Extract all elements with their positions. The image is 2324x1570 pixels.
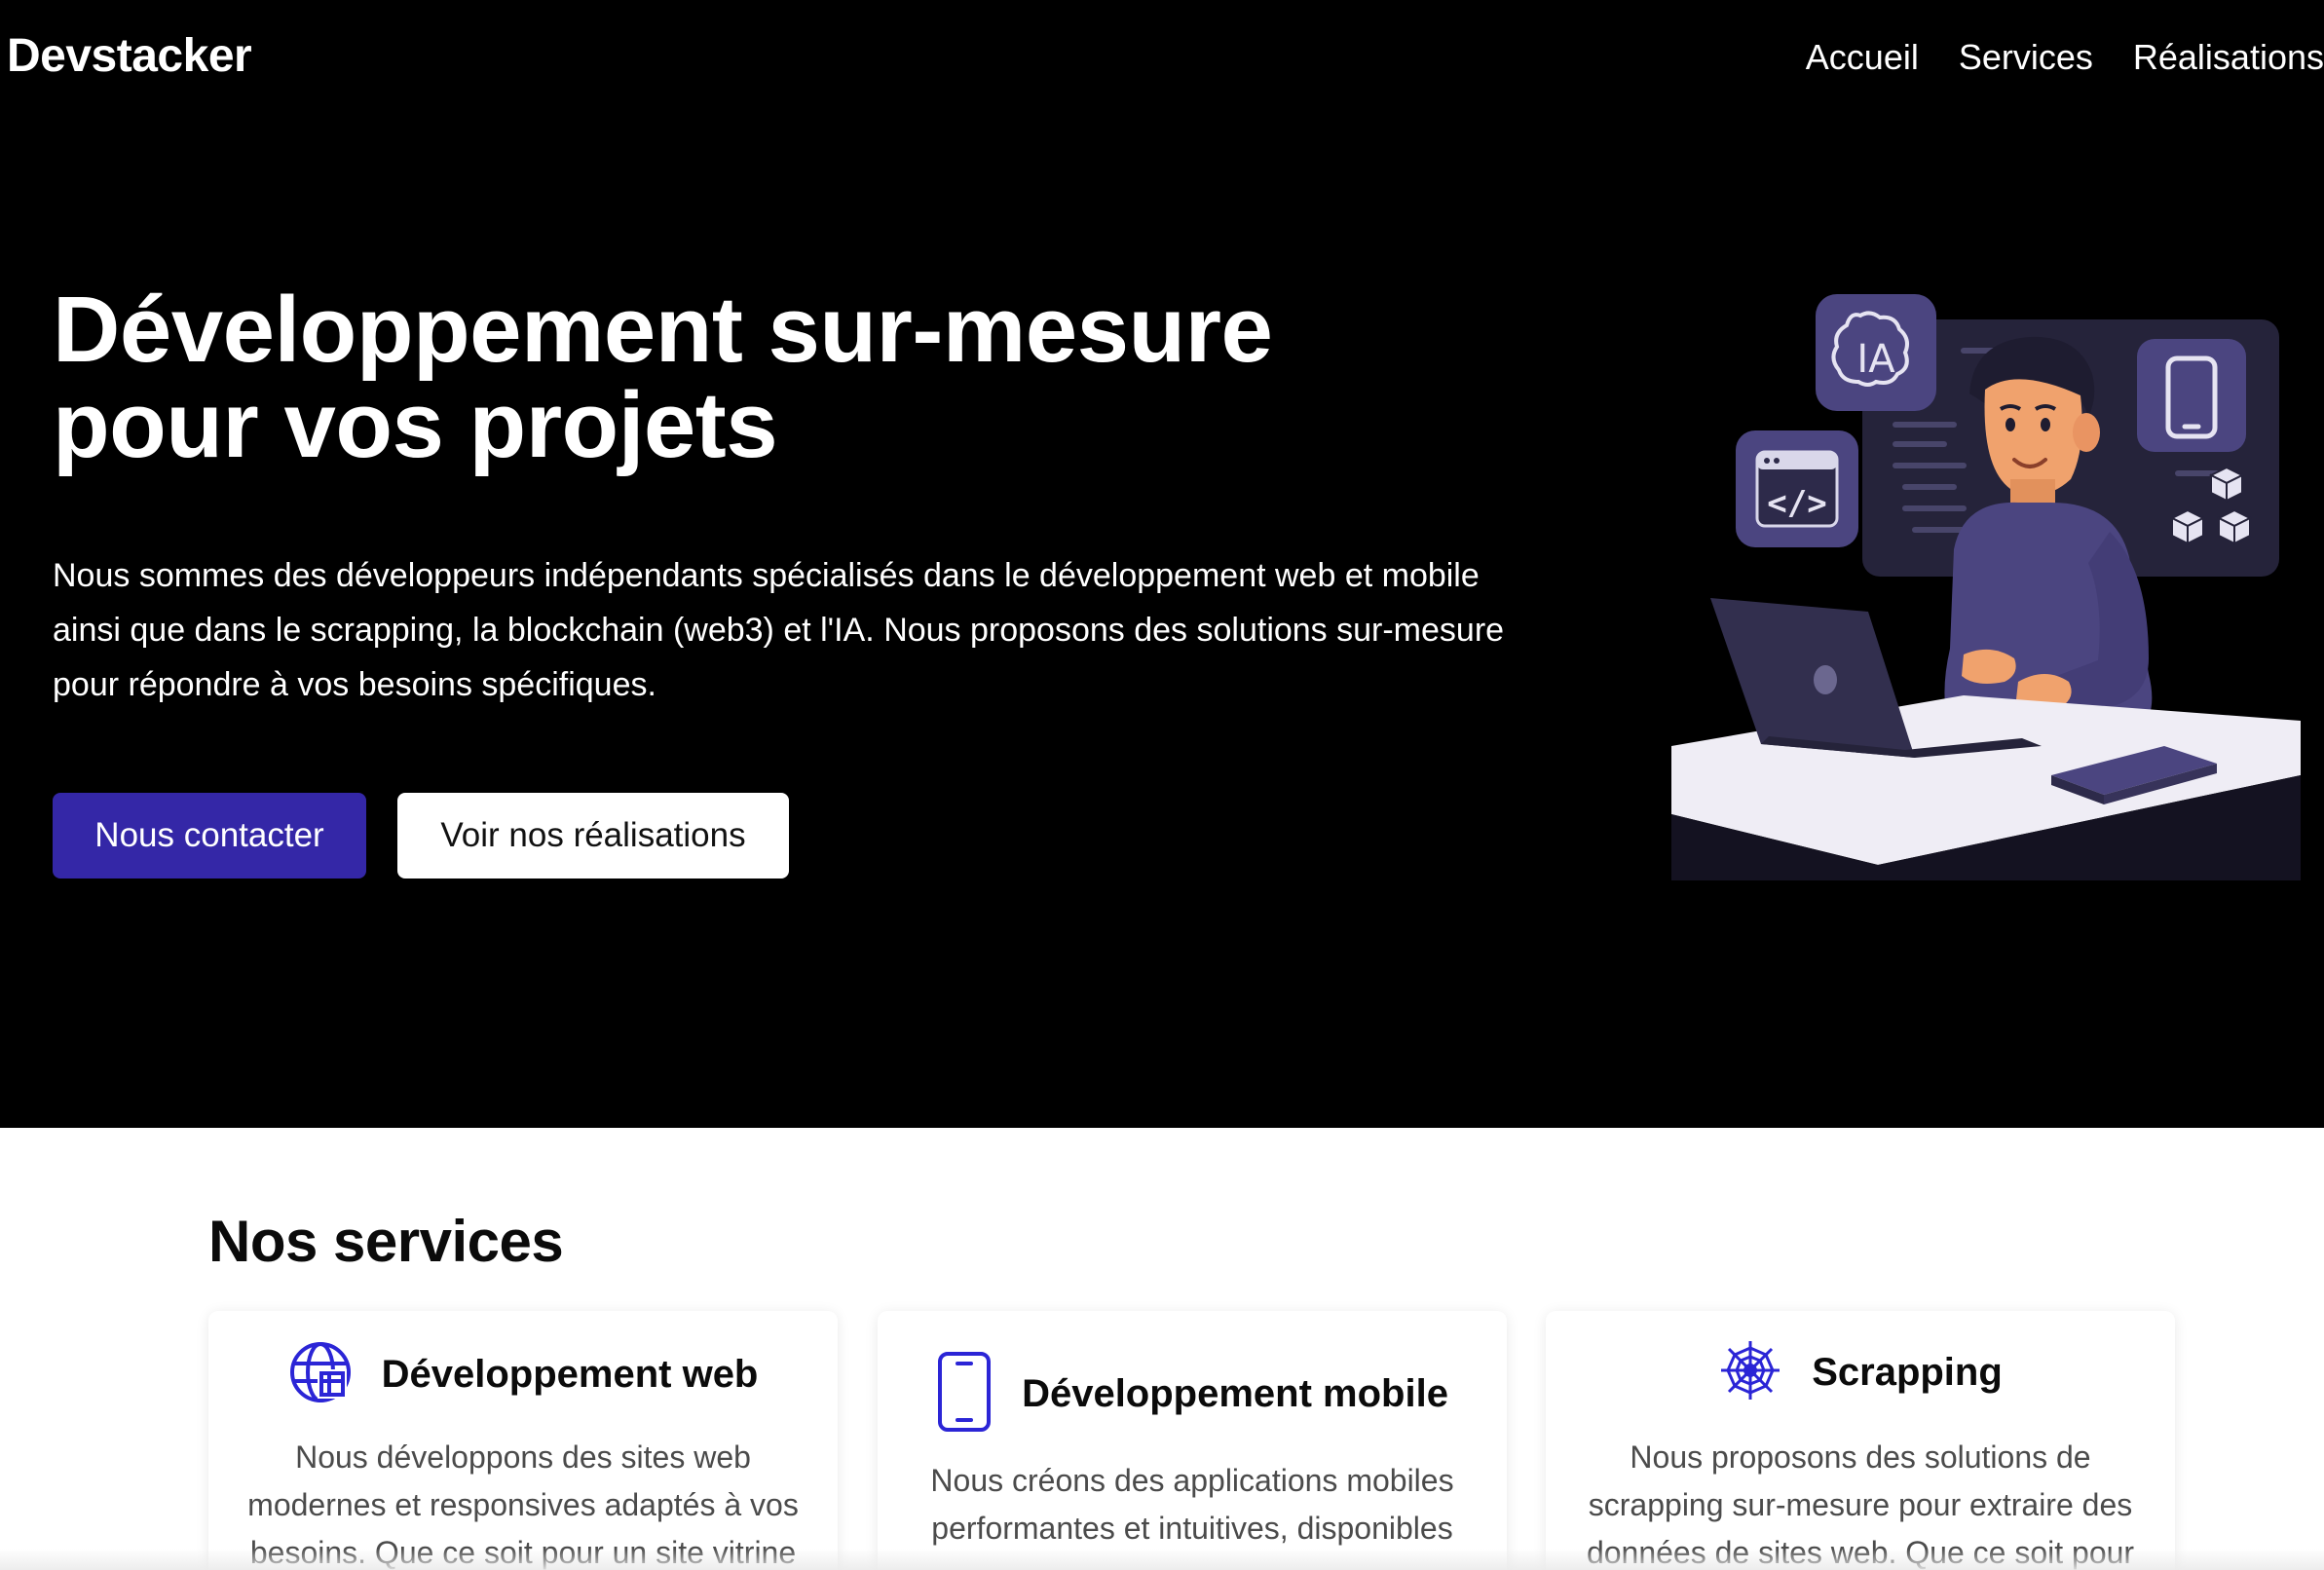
service-card-title: Scrapping: [1812, 1351, 2003, 1394]
services-title: Nos services: [208, 1209, 564, 1274]
smartphone-icon: [936, 1350, 993, 1439]
main-nav: Accueil Services Réalisations: [1806, 37, 2324, 78]
service-card-header: Scrapping: [1546, 1338, 2175, 1407]
service-card-text: Nous créons des applications mobiles per…: [930, 1463, 1454, 1546]
nav-item-services[interactable]: Services: [1959, 37, 2093, 78]
service-card-title: Développement mobile: [1022, 1372, 1448, 1415]
service-card-title: Développement web: [381, 1353, 759, 1396]
services-section: Nos services Développement web Nous déve…: [0, 1128, 2324, 1570]
scroll-fade: [0, 1549, 2324, 1570]
brand-logo[interactable]: Devstacker: [7, 29, 252, 83]
ia-badge-label: IA: [1856, 337, 1895, 382]
service-card-header: Développement web: [208, 1340, 838, 1409]
hero-title-line-1: Développement sur-mesure: [53, 278, 1273, 382]
view-projects-button[interactable]: Voir nos réalisations: [397, 793, 789, 878]
service-card-mobile[interactable]: Développement mobile Nous créons des app…: [878, 1311, 1507, 1570]
hero-description: Nous sommes des développeurs indépendant…: [53, 557, 1505, 703]
hero-section: Devstacker Accueil Services Réalisations…: [0, 0, 2324, 1128]
hero-title-line-2: pour vos projets: [53, 373, 778, 477]
globe-icon: [288, 1340, 353, 1409]
nav-item-realisations[interactable]: Réalisations: [2133, 37, 2324, 78]
service-card-scrapping[interactable]: Scrapping Nous proposons des solutions d…: [1546, 1311, 2175, 1570]
spider-web-icon: [1718, 1338, 1782, 1407]
nav-item-accueil[interactable]: Accueil: [1806, 37, 1919, 78]
contact-button[interactable]: Nous contacter: [53, 793, 366, 878]
service-card-web[interactable]: Développement web Nous développons des s…: [208, 1311, 838, 1570]
hero-title: Développement sur-mesure pour vos projet…: [53, 282, 1416, 473]
svg-text:</>: </>: [1767, 484, 1826, 523]
developer-illustration: IA </>: [1671, 294, 2301, 880]
service-card-header: Développement mobile: [878, 1350, 1507, 1439]
